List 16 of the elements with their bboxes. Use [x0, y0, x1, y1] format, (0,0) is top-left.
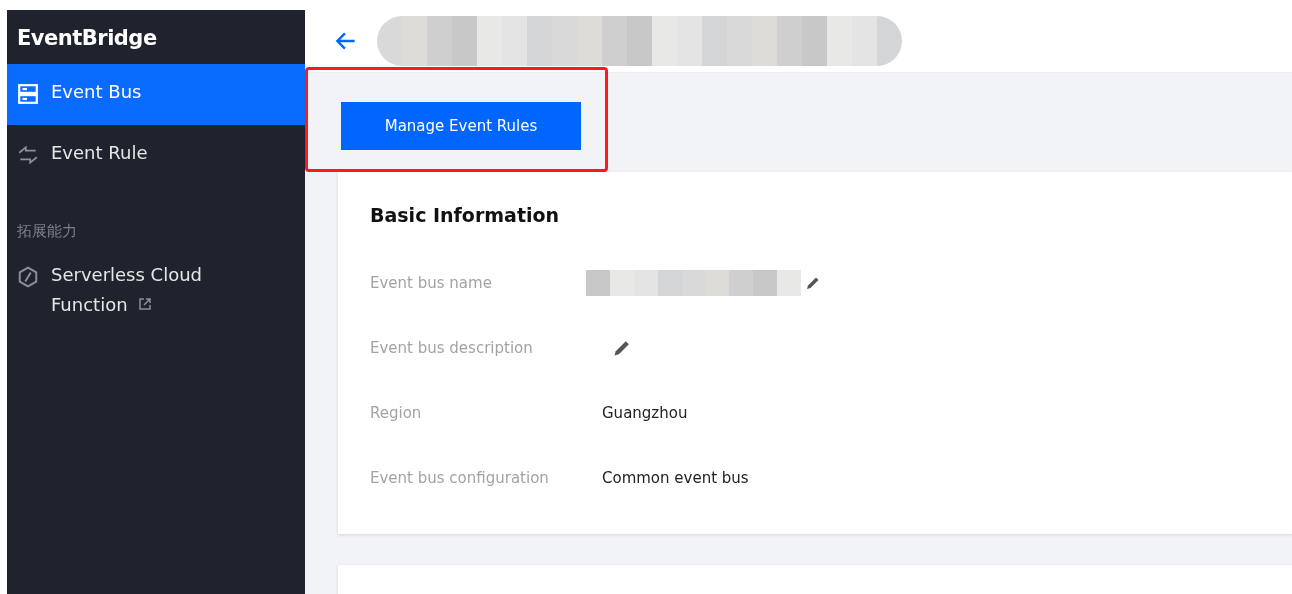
field-label: Region	[370, 403, 423, 422]
field-value: Common event bus	[602, 468, 749, 487]
manage-event-rules-button[interactable]: Manage Event Rules	[341, 102, 581, 150]
field-label: Event bus name	[370, 273, 493, 292]
field-label: Event bus description	[370, 338, 534, 357]
field-value: Guangzhou	[602, 403, 688, 422]
hexagon-icon	[17, 266, 39, 288]
section-heading: 拓展能力	[16, 221, 78, 242]
nav-item[interactable]: Event Rule	[7, 125, 305, 186]
arrows-icon	[17, 144, 39, 166]
server-icon	[17, 83, 39, 105]
app-title: EventBridge	[16, 25, 158, 52]
field-label: Event bus configuration	[370, 468, 550, 487]
card-title: Basic Information	[370, 204, 561, 226]
nav-item[interactable]: Event Bus	[7, 64, 305, 125]
nav-item[interactable]: Serverless Cloud Function	[7, 247, 305, 338]
